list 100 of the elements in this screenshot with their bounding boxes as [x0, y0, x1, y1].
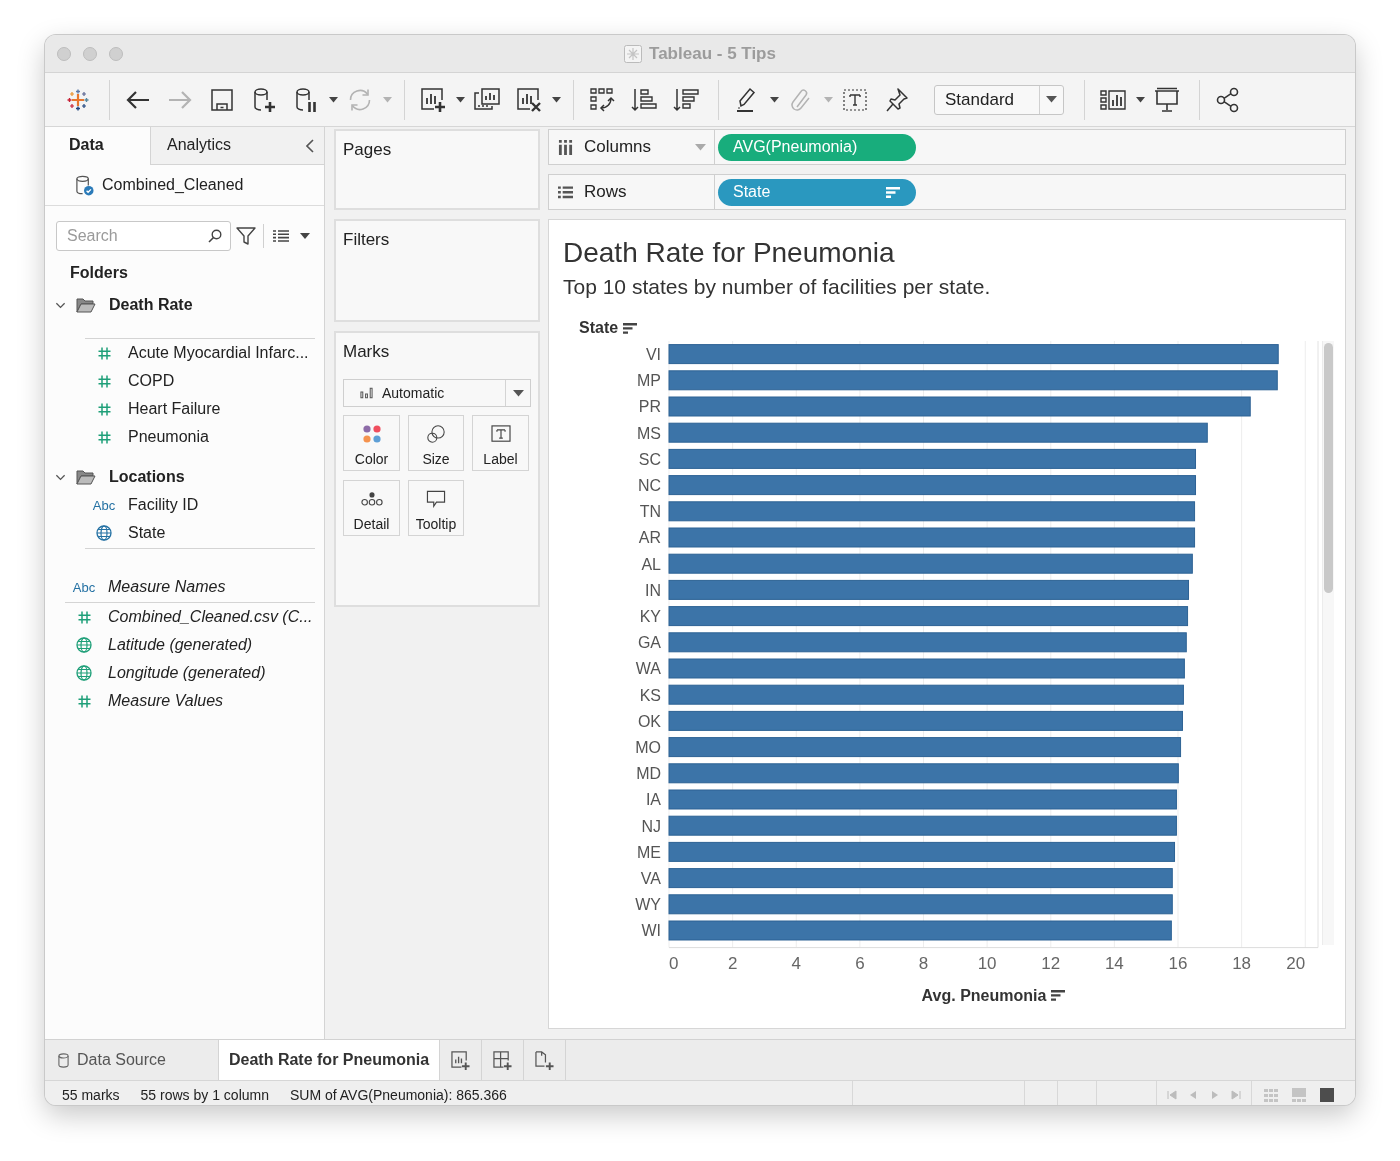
- bar[interactable]: [668, 422, 1208, 443]
- tick-label: 8: [918, 953, 929, 973]
- field-name[interactable]: State: [128, 524, 166, 542]
- caret-icon[interactable]: [512, 389, 524, 397]
- field-name[interactable]: Pneumonia: [128, 428, 209, 446]
- mark-type-dropdown[interactable]: Automatic: [343, 379, 531, 407]
- row-header[interactable]: State: [579, 319, 619, 337]
- bar[interactable]: [668, 527, 1196, 548]
- share-icon[interactable]: [1215, 86, 1241, 113]
- folder-name[interactable]: Locations: [109, 468, 185, 486]
- sort-ascending-icon[interactable]: [631, 86, 657, 113]
- field-name[interactable]: Latitude (generated): [108, 636, 253, 654]
- label-button[interactable]: Label: [472, 415, 529, 471]
- caret-icon[interactable]: [329, 96, 338, 103]
- bar[interactable]: [668, 789, 1177, 810]
- bar[interactable]: [668, 920, 1172, 941]
- rows-icon: [558, 184, 573, 200]
- field-name[interactable]: COPD: [128, 372, 175, 390]
- bar[interactable]: [668, 579, 1189, 600]
- bar[interactable]: [668, 475, 1196, 496]
- size-button[interactable]: Size: [408, 415, 464, 471]
- field-name[interactable]: Acute Myocardial Infarc...: [128, 344, 309, 362]
- sheet-tab[interactable]: Death Rate for Pneumonia: [219, 1040, 440, 1080]
- bar[interactable]: [668, 868, 1173, 889]
- bar[interactable]: [668, 815, 1177, 836]
- text-box-icon[interactable]: [842, 86, 868, 113]
- bar[interactable]: [668, 553, 1193, 574]
- bar[interactable]: [668, 841, 1175, 862]
- caret-icon[interactable]: [300, 233, 310, 239]
- chart-plus-icon[interactable]: [420, 86, 446, 113]
- sort-icon[interactable]: [623, 322, 638, 334]
- list-view-icon[interactable]: [273, 230, 289, 242]
- presentation-icon[interactable]: [1154, 86, 1180, 113]
- category-label: WY: [635, 896, 661, 914]
- bar[interactable]: [668, 370, 1278, 391]
- axis-title[interactable]: Avg. Pneumonia: [921, 986, 1047, 1005]
- field-name[interactable]: Facility ID: [128, 496, 199, 514]
- detail-dots-icon: [360, 490, 383, 508]
- category-label: SC: [638, 450, 661, 468]
- bar[interactable]: [668, 710, 1183, 731]
- bar[interactable]: [668, 658, 1185, 679]
- sort-icon[interactable]: [1051, 990, 1066, 1002]
- category-label: NC: [637, 477, 661, 495]
- category-label: IA: [645, 791, 661, 809]
- field-name[interactable]: Combined_Cleaned.csv (C...: [108, 608, 313, 626]
- pin-icon[interactable]: [884, 86, 910, 113]
- tick-label: 2: [727, 953, 738, 973]
- fit-dropdown[interactable]: Standard: [934, 84, 1064, 115]
- field-name[interactable]: Longitude (generated): [108, 664, 266, 682]
- duplicate-chart-icon[interactable]: [474, 86, 500, 113]
- app-logo-icon[interactable]: [67, 88, 89, 111]
- bar[interactable]: [668, 894, 1173, 915]
- scrollbar-thumb[interactable]: [1324, 343, 1333, 593]
- bar[interactable]: [668, 737, 1182, 758]
- search-field[interactable]: Search: [56, 221, 231, 251]
- bar[interactable]: [668, 684, 1184, 705]
- type-label: Abc: [72, 579, 96, 595]
- card-title: Marks: [343, 341, 391, 363]
- sort-descending-icon[interactable]: [673, 86, 699, 113]
- bar[interactable]: [668, 344, 1279, 365]
- detail-button[interactable]: Detail: [343, 480, 400, 536]
- swap-icon[interactable]: [589, 86, 615, 113]
- new-worksheet-icon[interactable]: [451, 1050, 470, 1070]
- folder-icon: [76, 469, 96, 485]
- tabs-view-icon[interactable]: [1319, 1087, 1335, 1103]
- database-pause-icon[interactable]: [293, 86, 319, 113]
- new-story-icon[interactable]: [535, 1050, 554, 1070]
- bar[interactable]: [668, 606, 1189, 627]
- columns-icon: [558, 139, 573, 155]
- field-name[interactable]: Measure Values: [108, 692, 224, 710]
- card-title: Pages: [343, 139, 393, 161]
- new-dashboard-icon[interactable]: [493, 1050, 512, 1070]
- chart-x-icon[interactable]: [516, 86, 542, 113]
- field-name[interactable]: Heart Failure: [128, 400, 221, 418]
- tooltip-button[interactable]: Tooltip: [408, 480, 464, 536]
- bar[interactable]: [668, 632, 1187, 653]
- caret-icon[interactable]: [770, 96, 779, 103]
- collapse-icon[interactable]: [306, 138, 314, 153]
- data-source-name[interactable]: Combined_Cleaned: [102, 176, 244, 194]
- card-title: Filters: [343, 229, 391, 251]
- status-text: 55 rows by 1 column: [140, 1087, 269, 1103]
- search-icon[interactable]: [208, 229, 222, 243]
- caret-icon[interactable]: [1046, 96, 1057, 103]
- pane-tab[interactable]: Analytics: [150, 127, 259, 165]
- category-label: PR: [638, 398, 661, 416]
- caret-icon[interactable]: [456, 96, 465, 103]
- bar[interactable]: [668, 501, 1196, 522]
- caret-icon[interactable]: [552, 96, 561, 103]
- filter-icon[interactable]: [236, 226, 256, 246]
- bar[interactable]: [668, 448, 1196, 469]
- bar[interactable]: [668, 763, 1179, 784]
- bar[interactable]: [668, 396, 1251, 417]
- color-button[interactable]: Color: [343, 415, 400, 471]
- bar-chart-icon: [360, 387, 373, 399]
- field-name[interactable]: Measure Names: [108, 578, 226, 596]
- tick-label: 0: [669, 953, 679, 973]
- caret-icon[interactable]: [1136, 96, 1145, 103]
- database-plus-icon[interactable]: [251, 86, 277, 113]
- save-icon[interactable]: [209, 86, 235, 113]
- folder-name[interactable]: Death Rate: [109, 296, 193, 314]
